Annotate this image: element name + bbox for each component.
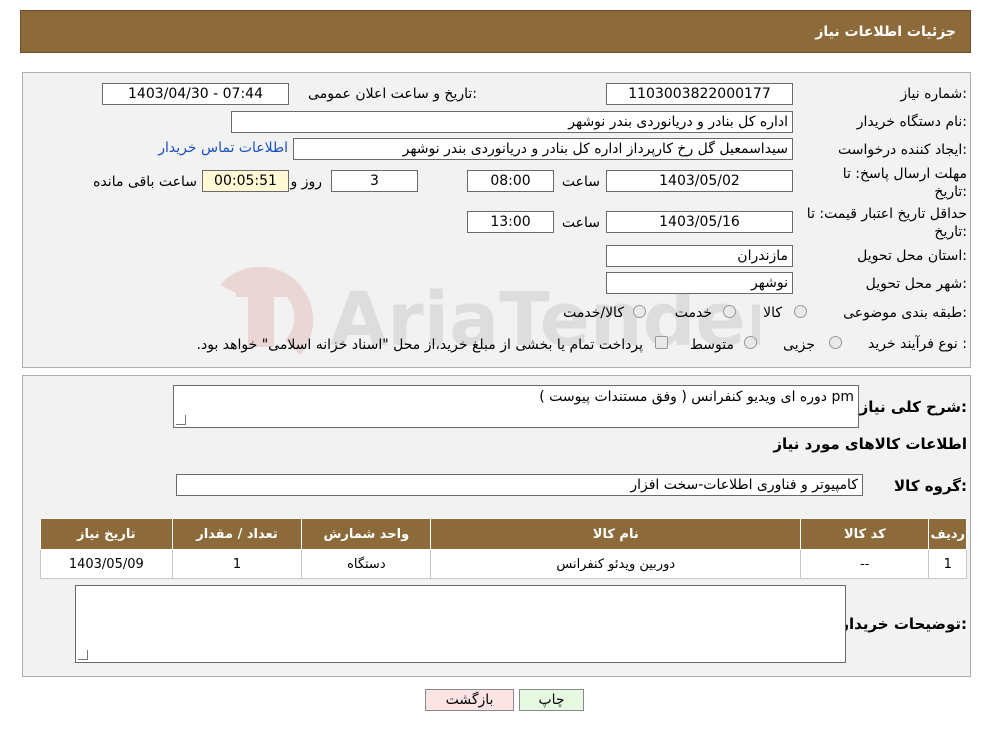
table-header-row: ردیف کد کالا نام کالا واحد شمارش تعداد /… [40, 518, 967, 550]
goods-info-title: اطلاعات کالاهای مورد نیاز [773, 435, 967, 453]
city-field: نوشهر [606, 272, 793, 294]
cell-name: دوربین ویدئو کنفرانس [430, 549, 802, 579]
process-radio-minor[interactable] [829, 336, 842, 349]
col-date-header: تاریخ نیاز [40, 518, 173, 550]
validity-time-label: ساعت [561, 215, 600, 231]
province-field: مازندران [606, 245, 793, 267]
summary-label: شرح کلی نیاز: [859, 398, 967, 416]
need-number-label: شماره نیاز: [900, 86, 967, 102]
category-radio-goods[interactable] [794, 305, 807, 318]
validity-time-field: 13:00 [467, 211, 554, 233]
goods-table-wrapper: ردیف کد کالا نام کالا واحد شمارش تعداد /… [40, 518, 967, 579]
remaining-time-field: 00:05:51 [202, 170, 289, 192]
category-label: طبقه بندی موضوعی: [843, 305, 967, 321]
process-note: پرداخت تمام یا بخشی از مبلغ خرید،از محل … [196, 337, 643, 353]
validity-label-line1: حداقل تاریخ اعتبار قیمت: تا [806, 206, 967, 222]
resize-handle-icon[interactable] [176, 415, 186, 425]
print-button[interactable]: چاپ [519, 689, 584, 711]
deadline-time-label: ساعت [561, 174, 600, 190]
buyer-notes-textarea[interactable] [75, 585, 846, 663]
summary-textarea[interactable]: pm دوره ای ویدیو کنفرانس ( وفق مستندات پ… [173, 385, 859, 428]
process-radio-medium[interactable] [744, 336, 757, 349]
cell-unit: دستگاه [301, 549, 432, 579]
remaining-label: ساعت باقی مانده [93, 174, 197, 190]
buyer-org-label: نام دستگاه خریدار: [856, 114, 967, 130]
col-name-header: نام کالا [430, 518, 802, 550]
cell-date: 1403/05/09 [40, 549, 173, 579]
days-field: 3 [331, 170, 418, 192]
province-label: استان محل تحویل: [857, 248, 967, 264]
city-label: شهر محل تحویل: [865, 276, 967, 292]
deadline-label-line2: تاریخ: [934, 184, 967, 200]
page-header: جزئیات اطلاعات نیاز [20, 10, 971, 53]
cell-row: 1 [928, 549, 967, 579]
deadline-label-line1: مهلت ارسال پاسخ: تا [842, 166, 967, 182]
buyer-notes-label: توضیحات خریدار: [840, 615, 967, 633]
goods-group-field: کامپیوتر و فناوری اطلاعات-سخت افزار [176, 474, 863, 496]
category-option-service: خدمت [674, 305, 712, 321]
category-option-goods: کالا [763, 305, 782, 321]
category-option-goods-service: کالا/خدمت [563, 305, 624, 321]
creator-field: سیداسمعیل گل رخ کارپرداز اداره کل بنادر … [293, 138, 793, 160]
need-number-field: 1103003822000177 [606, 83, 793, 105]
deadline-time-field: 08:00 [467, 170, 554, 192]
buyer-contact-link[interactable]: اطلاعات تماس خریدار [158, 140, 288, 156]
goods-table: ردیف کد کالا نام کالا واحد شمارش تعداد /… [40, 518, 967, 579]
announce-label: تاریخ و ساعت اعلان عمومی: [308, 86, 477, 102]
back-button[interactable]: بازگشت [425, 689, 514, 711]
page-title: جزئیات اطلاعات نیاز [815, 24, 956, 40]
cell-qty: 1 [171, 549, 303, 579]
goods-group-label: گروه کالا: [894, 477, 967, 495]
category-radio-service[interactable] [723, 305, 736, 318]
process-option-medium: متوسط [690, 337, 734, 353]
validity-date-field: 1403/05/16 [606, 211, 793, 233]
category-radio-goods-service[interactable] [633, 305, 646, 318]
deadline-date-field: 1403/05/02 [606, 170, 793, 192]
col-row-header: ردیف [928, 518, 967, 550]
process-label: نوع فرآیند خرید : [868, 336, 967, 352]
buyer-org-field: اداره کل بنادر و دریانوردی بندر نوشهر [231, 111, 793, 133]
col-qty-header: تعداد / مقدار [171, 518, 303, 550]
validity-label-line2: تاریخ: [934, 224, 967, 240]
days-label: روز و [290, 174, 323, 190]
col-code-header: کد کالا [800, 518, 930, 550]
col-unit-header: واحد شمارش [301, 518, 432, 550]
process-checkbox[interactable] [655, 336, 668, 349]
summary-text: pm دوره ای ویدیو کنفرانس ( وفق مستندات پ… [539, 389, 854, 405]
creator-label: ایجاد کننده درخواست: [838, 142, 967, 158]
cell-code: -- [800, 549, 930, 579]
table-row: 1 -- دوربین ویدئو کنفرانس دستگاه 1 1403/… [40, 549, 967, 579]
announce-field: 1403/04/30 - 07:44 [102, 83, 289, 105]
resize-handle-icon[interactable] [78, 650, 88, 660]
process-option-minor: جزیی [783, 337, 815, 353]
